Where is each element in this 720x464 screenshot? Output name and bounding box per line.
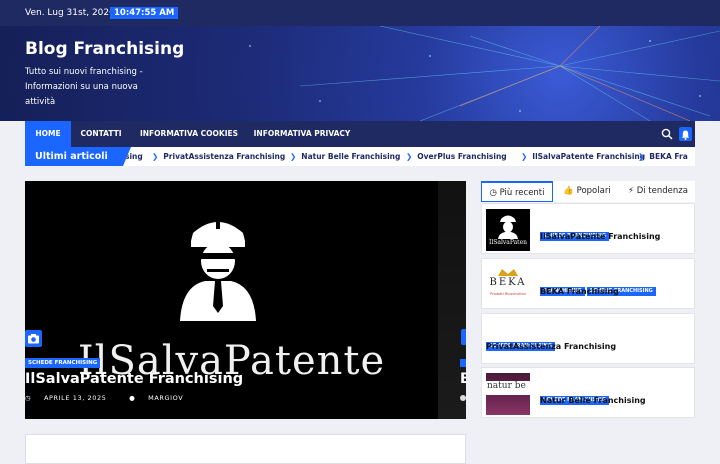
- slide-date[interactable]: ◷ APRILE 13, 2025: [25, 394, 117, 402]
- sidebar-post[interactable]: natur be SCHEDE FRANCHISING Natur Belle …: [481, 367, 695, 418]
- sidebar-post[interactable]: BEKA Prodotti Ricostruttivi FRANCHISING S…: [481, 258, 695, 309]
- ticker-item[interactable]: ❯ PrivatAssistenza Franchising: [152, 147, 285, 166]
- nav-item-informativa-privacy[interactable]: INFORMATIVA PRIVACY: [247, 121, 357, 147]
- camera-icon: [461, 329, 466, 345]
- thumbs-up-icon: 👍: [563, 186, 574, 196]
- ticker-item[interactable]: ❯ OverPlus Franchising: [406, 147, 507, 166]
- thumbnail-subtext: Prodotti Ricostruttivi: [490, 292, 526, 296]
- search-icon[interactable]: [661, 128, 673, 140]
- thumbnail-text: BEKA: [489, 277, 527, 288]
- post-thumbnail[interactable]: natur be: [486, 373, 530, 415]
- post-title[interactable]: PrivatAssistenza Franchising: [486, 342, 616, 351]
- main-nav: HOME CONTATTI INFORMATIVA COOKIES INFORM…: [25, 121, 695, 147]
- ticker-label: Ultimi articoli: [25, 147, 123, 166]
- slide-author[interactable]: ● MARGIOV: [129, 394, 193, 402]
- post-thumbnail[interactable]: BEKA Prodotti Ricostruttivi: [486, 264, 530, 306]
- top-bar: Ven. Lug 31st, 2026 10:47:55 AM: [0, 0, 720, 26]
- bell-icon: [681, 130, 690, 140]
- chevron-right-icon: ❯: [521, 152, 528, 161]
- post-title[interactable]: Natur Belle Franchising: [540, 396, 646, 405]
- camera-icon: [28, 334, 39, 344]
- post-title[interactable]: IlSalvaPatente Franchising: [540, 232, 660, 241]
- featured-slider[interactable]: IlSalvaPatente SCHEDE FRANCHISING IlSalv…: [25, 181, 466, 419]
- slide-title[interactable]: IlSalvaPatente Franchising: [25, 371, 243, 387]
- site-description: Tutto sui nuovi franchising - Informazio…: [25, 67, 143, 107]
- site-title[interactable]: Blog Franchising: [25, 39, 184, 59]
- sidebar-post[interactable]: SCHEDE FRANCHISING PrivatAssistenza Fran…: [481, 313, 695, 364]
- ticker-item[interactable]: ❯ Natur Belle Franchising: [290, 147, 400, 166]
- slide-category-badge[interactable]: SCHEDE FRANCHISING: [25, 358, 101, 368]
- chevron-right-icon: ❯: [152, 152, 159, 161]
- latest-articles-ticker: sing ❯ PrivatAssistenza Franchising ❯ Natu…: [25, 147, 695, 166]
- tab-recent[interactable]: ◷ Più recenti: [481, 181, 553, 202]
- post-title[interactable]: BEKA Franchising: [540, 287, 619, 296]
- slide-meta: ◷ APRILE 13, 2025 ● MARGIOV: [25, 394, 203, 402]
- tab-trending[interactable]: ⚡ Di tendenza: [621, 181, 695, 202]
- ticker-item[interactable]: ❯ BEKA Fra: [638, 147, 688, 166]
- next-slide-title: B: [460, 371, 466, 387]
- camera-button[interactable]: [25, 330, 42, 347]
- post-card: [25, 434, 466, 464]
- ticker-label-arrow: [123, 147, 131, 166]
- next-slide-peek[interactable]: B: [438, 181, 466, 419]
- tab-popular[interactable]: 👍 Popolari: [553, 181, 621, 202]
- clock-icon: [460, 395, 466, 401]
- thumbnail-text: IlSalvaPaten: [488, 239, 528, 246]
- user-icon: ●: [129, 394, 139, 402]
- ticker-item[interactable]: ❯ IlSalvaPatente Franchising: [521, 147, 645, 166]
- current-time: 10:47:55 AM: [110, 7, 179, 19]
- current-date: Ven. Lug 31st, 2026: [25, 8, 115, 18]
- nav-item-home[interactable]: HOME: [25, 121, 71, 147]
- nav-item-informativa-cookies[interactable]: INFORMATIVA COOKIES: [133, 121, 245, 147]
- clock-icon: ◷: [25, 394, 34, 402]
- category-badge: [460, 359, 466, 367]
- bell-button[interactable]: [679, 127, 692, 141]
- nav-item-contatti[interactable]: CONTATTI: [71, 121, 131, 147]
- thumbnail-text: natur be: [486, 381, 530, 395]
- header-banner: Blog Franchising Tutto sui nuovi franchi…: [0, 26, 720, 121]
- post-thumbnail[interactable]: IlSalvaPaten: [486, 209, 530, 251]
- chevron-right-icon: ❯: [290, 152, 297, 161]
- chevron-right-icon: ❯: [638, 152, 645, 161]
- bolt-icon: ⚡: [628, 186, 634, 196]
- chevron-right-icon: ❯: [406, 152, 413, 161]
- sidebar-tabs: ◷ Più recenti 👍 Popolari ⚡ Di tendenza: [481, 181, 695, 202]
- sidebar-post[interactable]: IlSalvaPaten SCHEDE FRANCHISING IlSalvaP…: [481, 203, 695, 254]
- clock-icon: ◷: [489, 188, 497, 198]
